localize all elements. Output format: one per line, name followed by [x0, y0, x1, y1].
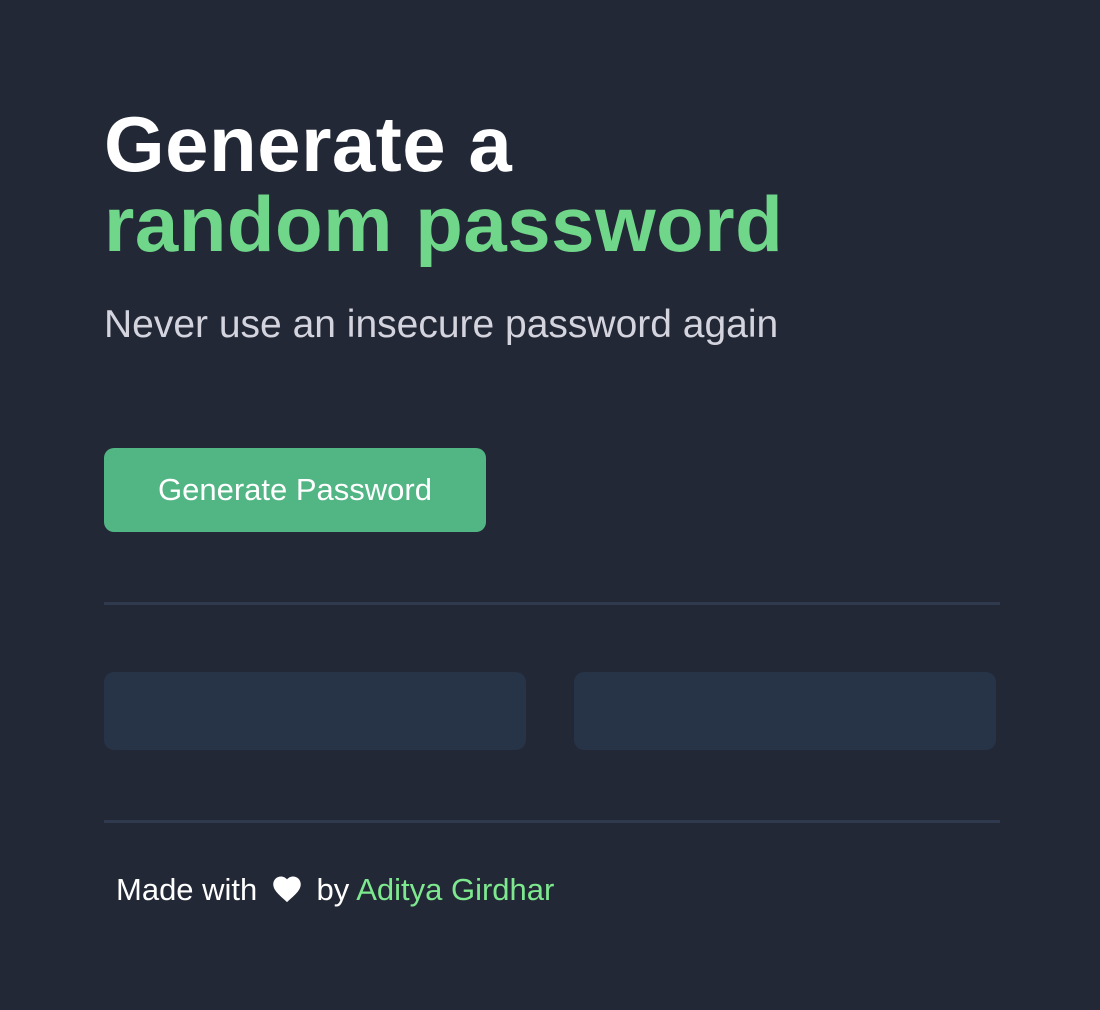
footer-by: by: [316, 872, 350, 907]
heart-icon: [272, 873, 302, 913]
heading-line-1: Generate a: [104, 100, 513, 188]
password-output-2[interactable]: [574, 672, 996, 750]
divider-top: [104, 602, 1000, 605]
divider-bottom: [104, 820, 1000, 823]
page-heading: Generate a random password: [104, 104, 783, 264]
author-link[interactable]: Aditya Girdhar: [356, 872, 554, 907]
generate-password-button[interactable]: Generate Password: [104, 448, 486, 532]
footer-credit: Made with by Aditya Girdhar: [116, 870, 554, 913]
password-output-1[interactable]: [104, 672, 526, 750]
heading-line-2-accent: random password: [104, 180, 784, 268]
footer-prefix: Made with: [116, 872, 258, 907]
page-subtitle: Never use an insecure password again: [104, 303, 779, 346]
